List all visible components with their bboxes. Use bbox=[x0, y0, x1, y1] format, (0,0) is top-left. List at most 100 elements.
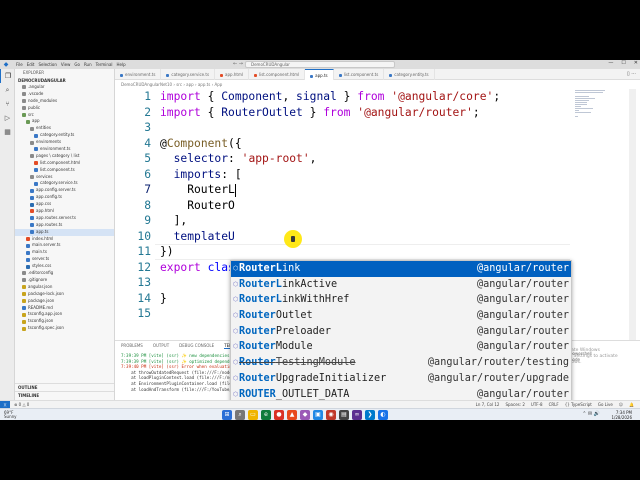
tree-item[interactable]: category.service.ts bbox=[15, 180, 114, 187]
chrome-icon[interactable]: ● bbox=[274, 410, 284, 420]
minimap[interactable] bbox=[575, 89, 625, 365]
timeline-section[interactable]: TIMELINE bbox=[15, 391, 114, 398]
tree-item[interactable]: app.css bbox=[15, 201, 114, 208]
panel-tab-problems[interactable]: PROBLEMS bbox=[121, 343, 143, 349]
close-icon[interactable]: ✕ bbox=[634, 60, 638, 66]
tree-item[interactable]: src bbox=[15, 112, 114, 119]
menu-item-selection[interactable]: Selection bbox=[38, 62, 56, 67]
tab-category-service-ts[interactable]: category.service.ts bbox=[161, 69, 216, 80]
suggestion-item[interactable]: ⬡ RouterOutlet @angular/router bbox=[231, 308, 571, 324]
tree-item[interactable]: tsconfig.app.json bbox=[15, 311, 114, 318]
suggestion-item[interactable]: ⬡ RouterPreloader @angular/router bbox=[231, 324, 571, 340]
breadcrumb[interactable]: DemoCRUDAngularNet10 › src › app › app.t… bbox=[121, 81, 222, 88]
maximize-icon[interactable]: ☐ bbox=[621, 60, 625, 66]
weather-widget[interactable]: 69°F Sunny bbox=[4, 411, 17, 419]
app2-icon[interactable]: ◉ bbox=[326, 410, 336, 420]
tree-item[interactable]: .angular bbox=[15, 84, 114, 91]
menu-item-terminal[interactable]: Terminal bbox=[96, 62, 113, 67]
menu-item-file[interactable]: File bbox=[16, 62, 23, 67]
brave-icon[interactable]: ▲ bbox=[287, 410, 297, 420]
suggestion-item[interactable]: ⬡ RouterLink @angular/router bbox=[231, 261, 571, 277]
status-item[interactable]: CRLF bbox=[549, 401, 559, 408]
split-editor-icon[interactable]: ▯ ··· bbox=[627, 69, 636, 80]
tree-item[interactable]: package-lock.json bbox=[15, 291, 114, 298]
tree-item[interactable]: enviroments bbox=[15, 139, 114, 146]
tree-item[interactable]: main.server.ts bbox=[15, 242, 114, 249]
nav-arrows[interactable]: ← → bbox=[233, 61, 243, 67]
status-item[interactable]: Spaces: 2 bbox=[505, 401, 524, 408]
tree-item[interactable]: server.ts bbox=[15, 256, 114, 263]
tree-item[interactable]: category.entity.ts bbox=[15, 132, 114, 139]
editor-scrollbar[interactable] bbox=[629, 89, 636, 365]
status-item[interactable]: {} TypeScript bbox=[565, 401, 592, 408]
tab-app-ts[interactable]: app.ts bbox=[305, 69, 334, 80]
tree-item[interactable]: app.routes.ts bbox=[15, 222, 114, 229]
tree-item[interactable]: index.html bbox=[15, 236, 114, 243]
status-item[interactable]: Ln 7, Col 12 bbox=[476, 401, 500, 408]
suggestion-item[interactable]: ⬡ RouterTestingModule @angular/router/test… bbox=[231, 355, 571, 371]
menu-item-edit[interactable]: Edit bbox=[27, 62, 35, 67]
extensions-icon[interactable]: ▦ bbox=[0, 125, 15, 139]
visual-studio-icon[interactable]: ∞ bbox=[352, 410, 362, 420]
file-explorer-icon[interactable]: ▭ bbox=[248, 410, 258, 420]
minimize-icon[interactable]: — bbox=[608, 60, 613, 66]
tab-list-component-ts[interactable]: list.component.ts bbox=[334, 69, 385, 80]
tree-item[interactable]: list.component.html bbox=[15, 160, 114, 167]
command-center-search[interactable]: DemoCRUDAngular bbox=[245, 61, 395, 68]
menu-item-go[interactable]: Go bbox=[74, 62, 80, 67]
outline-section[interactable]: OUTLINE bbox=[15, 383, 114, 390]
menu-item-help[interactable]: Help bbox=[117, 62, 126, 67]
source-control-icon[interactable]: ⑂ bbox=[0, 97, 15, 111]
taskbar-search-icon[interactable]: ⌕ bbox=[235, 410, 245, 420]
tree-item[interactable]: app.config.ts bbox=[15, 194, 114, 201]
search-icon[interactable]: ⌕ bbox=[0, 83, 15, 97]
start-icon[interactable]: ⊞ bbox=[222, 410, 232, 420]
tree-item[interactable]: entities bbox=[15, 125, 114, 132]
suggestion-item[interactable]: ⬡ RouterLinkActive @angular/router bbox=[231, 277, 571, 293]
tree-item[interactable]: README.md bbox=[15, 305, 114, 312]
panel-tab-debug-console[interactable]: DEBUG CONSOLE bbox=[179, 343, 214, 349]
tree-item[interactable]: package.json bbox=[15, 298, 114, 305]
tab-category-entity-ts[interactable]: category.entity.ts bbox=[384, 69, 435, 80]
tree-item[interactable]: .gitignore bbox=[15, 277, 114, 284]
tree-item[interactable]: app bbox=[15, 118, 114, 125]
status-item[interactable]: Go Live bbox=[598, 401, 613, 408]
clock[interactable]: 7:34 PM 1/28/2026 bbox=[611, 410, 632, 420]
tree-item[interactable]: public bbox=[15, 105, 114, 112]
tab-app-html[interactable]: app.html bbox=[215, 69, 249, 80]
tree-item[interactable]: node_modules bbox=[15, 98, 114, 105]
menu-item-view[interactable]: View bbox=[61, 62, 71, 67]
suggestion-item[interactable]: ⬡ RouterLinkWithHref @angular/router bbox=[231, 292, 571, 308]
app-icon[interactable]: ◆ bbox=[300, 410, 310, 420]
explorer-icon[interactable]: ❐ bbox=[0, 69, 15, 83]
tree-item[interactable]: app.routes.server.ts bbox=[15, 215, 114, 222]
vscode-taskbar-icon[interactable]: ❯ bbox=[365, 410, 375, 420]
status-item[interactable]: UTF-8 bbox=[531, 401, 543, 408]
suggestion-item[interactable]: ⬡ RouterModule @angular/router bbox=[231, 339, 571, 355]
run-debug-icon[interactable]: ▷ bbox=[0, 111, 15, 125]
status-item[interactable]: 🔔 bbox=[629, 401, 634, 408]
edge-icon[interactable]: e bbox=[261, 410, 271, 420]
app4-icon[interactable]: ◐ bbox=[378, 410, 388, 420]
explorer-root-folder[interactable]: DEMOCRUDANGULAR bbox=[15, 77, 114, 84]
tree-item[interactable]: environment.ts bbox=[15, 146, 114, 153]
tree-item[interactable]: app.html bbox=[15, 208, 114, 215]
tab-environment-ts[interactable]: environment.ts bbox=[115, 69, 162, 80]
system-tray[interactable]: ⌃ ✉ 🔊 bbox=[582, 411, 600, 417]
tree-item[interactable]: main.ts bbox=[15, 249, 114, 256]
tree-item[interactable]: styles.css bbox=[15, 263, 114, 270]
tree-item[interactable]: list.component.ts bbox=[15, 167, 114, 174]
tree-item[interactable]: .editorconfig bbox=[15, 270, 114, 277]
tree-item[interactable]: angular.json bbox=[15, 284, 114, 291]
tree-item[interactable]: pages \ category \ list bbox=[15, 153, 114, 160]
panel-tab-output[interactable]: OUTPUT bbox=[153, 343, 169, 349]
menu-item-run[interactable]: Run bbox=[84, 62, 92, 67]
tree-item[interactable]: tsconfig.spec.json bbox=[15, 325, 114, 332]
status-item[interactable]: ☺ bbox=[619, 401, 623, 408]
app3-icon[interactable]: ▤ bbox=[339, 410, 349, 420]
problems-status[interactable]: ⊗ 0 △ 0 bbox=[14, 401, 29, 408]
tree-item[interactable]: app.config.server.ts bbox=[15, 187, 114, 194]
tree-item[interactable]: .vscode bbox=[15, 91, 114, 98]
tree-item[interactable]: app.ts bbox=[15, 228, 114, 236]
tree-item[interactable]: services bbox=[15, 174, 114, 181]
